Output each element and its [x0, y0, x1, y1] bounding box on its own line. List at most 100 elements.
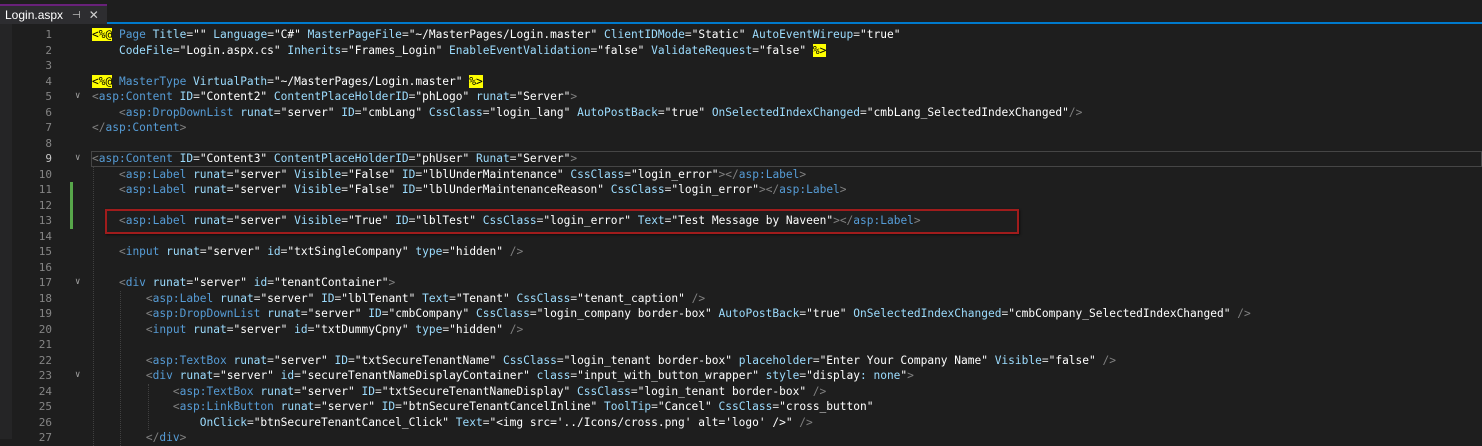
- fold-chevron-icon[interactable]: ∨: [75, 368, 80, 383]
- code-token: : none: [860, 369, 901, 382]
- code-token: Visible: [987, 353, 1042, 367]
- code-text: <div runat="server" id="tenantContainer"…: [92, 275, 395, 290]
- code-token: div: [125, 276, 146, 289]
- code-line[interactable]: 10 <asp:Label runat="server" Visible="Fa…: [0, 167, 1482, 182]
- code-text: <asp:Label runat="server" Visible="False…: [92, 182, 847, 197]
- code-token: />: [503, 245, 524, 258]
- code-line[interactable]: 15 <input runat="server" id="txtSingleCo…: [0, 244, 1482, 259]
- code-token: =: [246, 415, 254, 429]
- code-token: Text: [449, 415, 483, 429]
- code-line[interactable]: 16: [0, 260, 1482, 275]
- code-token: runat: [273, 400, 315, 413]
- code-token: ToolTip: [597, 400, 652, 413]
- code-token: asp:Label: [152, 291, 214, 305]
- code-token: ValidateRequest: [644, 43, 753, 57]
- code-line[interactable]: 3: [0, 58, 1482, 73]
- code-line[interactable]: 7 </asp:Content>: [0, 120, 1482, 135]
- line-number: 23: [38, 369, 52, 382]
- code-line[interactable]: 8: [0, 136, 1482, 151]
- line-number: 16: [38, 260, 52, 274]
- code-token: "lblUnderMaintenance": [422, 167, 564, 181]
- code-line[interactable]: 20 <input runat="server" id="txtDummyCpn…: [0, 322, 1482, 337]
- code-line[interactable]: 4 <%@ MasterType VirtualPath="~/MasterPag…: [0, 74, 1482, 89]
- code-token: </: [92, 121, 106, 134]
- code-text: <asp:DropDownList runat="server" ID="cmb…: [92, 105, 1082, 120]
- code-line[interactable]: 21: [0, 337, 1482, 352]
- code-token: ID: [172, 152, 194, 165]
- code-token: "server": [300, 384, 355, 398]
- code-line[interactable]: 2 CodeFile="Login.aspx.cs" Inherits="Fra…: [0, 43, 1482, 58]
- code-token: runat: [159, 245, 200, 258]
- code-line[interactable]: 27 </div>: [0, 430, 1482, 445]
- code-text: <input runat="server" id="txtSingleCompa…: [92, 244, 523, 259]
- code-token: >: [179, 431, 187, 444]
- pin-icon[interactable]: ⊣: [72, 10, 81, 21]
- code-token: "phLogo": [415, 90, 470, 103]
- line-number: 8: [45, 136, 52, 150]
- code-token: >: [570, 90, 578, 103]
- code-token: type: [408, 322, 443, 336]
- code-line[interactable]: 6 <asp:DropDownList runat="server" ID="c…: [0, 105, 1482, 120]
- code-token: =: [529, 307, 537, 320]
- code-token: "btnSecureTenantCancel_Click": [253, 415, 450, 429]
- code-token: "Server": [516, 90, 571, 103]
- code-editor[interactable]: 1 <%@ Page Title="" Language="C#" MasterP…: [0, 24, 1482, 446]
- code-token: CodeFile: [118, 43, 173, 57]
- code-line[interactable]: 17 ∨ <div runat="server" id="tenantContai…: [0, 275, 1482, 290]
- code-token: Language: [206, 28, 268, 41]
- code-token: asp:Label: [738, 167, 800, 181]
- line-number: 14: [38, 229, 52, 243]
- code-token: CssClass: [570, 384, 631, 398]
- code-token: "hidden": [449, 322, 503, 336]
- code-line[interactable]: 11 <asp:Label runat="server" Visible="Fa…: [0, 182, 1482, 197]
- code-token: Page: [112, 28, 153, 41]
- code-line[interactable]: 24 <asp:TextBox runat="server" ID="txtSe…: [0, 384, 1482, 399]
- code-line[interactable]: 19 <asp:DropDownList runat="server" ID="…: [0, 306, 1482, 321]
- code-token: CssClass: [604, 183, 665, 196]
- code-line[interactable]: 26 OnClick="btnSecureTenantCancel_Click"…: [0, 415, 1482, 430]
- code-token: =: [226, 167, 234, 181]
- fold-chevron-icon[interactable]: ∨: [75, 89, 80, 104]
- code-line[interactable]: 18 <asp:Label runat="server" ID="lblTena…: [0, 291, 1482, 306]
- code-token: />: [502, 322, 524, 336]
- code-token: <: [92, 90, 99, 103]
- fold-chevron-icon[interactable]: ∨: [75, 275, 80, 290]
- code-token: "Content2": [199, 90, 268, 103]
- code-token: asp:Content: [105, 121, 180, 134]
- tab-login-aspx[interactable]: Login.aspx ⊣ ✕: [0, 4, 107, 24]
- code-token: "Login.aspx.cs": [179, 43, 281, 57]
- code-text: <%@ MasterType VirtualPath="~/MasterPage…: [92, 74, 483, 89]
- code-token: "server": [233, 322, 288, 336]
- code-token: runat: [145, 276, 187, 289]
- code-token: =: [812, 353, 820, 367]
- code-token: ClientIDMode: [597, 28, 685, 41]
- close-icon[interactable]: ✕: [89, 8, 99, 22]
- code-token: />: [1068, 105, 1083, 119]
- code-token: class: [529, 369, 571, 382]
- code-token: asp:Label: [779, 183, 840, 196]
- code-line[interactable]: 25 <asp:LinkButton runat="server" ID="bt…: [0, 399, 1482, 414]
- code-text: <asp:LinkButton runat="server" ID="btnSe…: [92, 399, 874, 414]
- code-token: asp:Content: [98, 90, 173, 103]
- code-token: asp:Label: [125, 167, 187, 181]
- code-token: />: [684, 291, 706, 305]
- line-number: 4: [45, 74, 52, 88]
- code-token: />: [1230, 307, 1251, 320]
- code-line[interactable]: 9 ∨ <asp:Content ID="Content3" ContentPlac…: [0, 151, 1482, 166]
- code-token: =: [752, 43, 759, 57]
- code-line[interactable]: 23 ∨ <div runat="server" id="secureTenant…: [0, 368, 1482, 383]
- code-token: "server": [233, 183, 288, 196]
- code-token: =: [226, 322, 234, 336]
- code-token: "txtSingleCompany": [287, 245, 409, 258]
- code-token: "<img src='../Icons/cross.png' alt='logo…: [489, 415, 793, 429]
- fold-chevron-icon[interactable]: ∨: [75, 151, 80, 166]
- code-token: AutoPostBack: [570, 105, 658, 119]
- code-line[interactable]: 22 <asp:TextBox runat="server" ID="txtSe…: [0, 353, 1482, 368]
- code-line[interactable]: 1 <%@ Page Title="" Language="C#" MasterP…: [0, 27, 1482, 42]
- code-token: <: [145, 369, 153, 382]
- code-token: "login_company border-box": [536, 307, 712, 320]
- code-line[interactable]: 5 ∨ <asp:Content ID="Content2" ContentPlac…: [0, 89, 1482, 104]
